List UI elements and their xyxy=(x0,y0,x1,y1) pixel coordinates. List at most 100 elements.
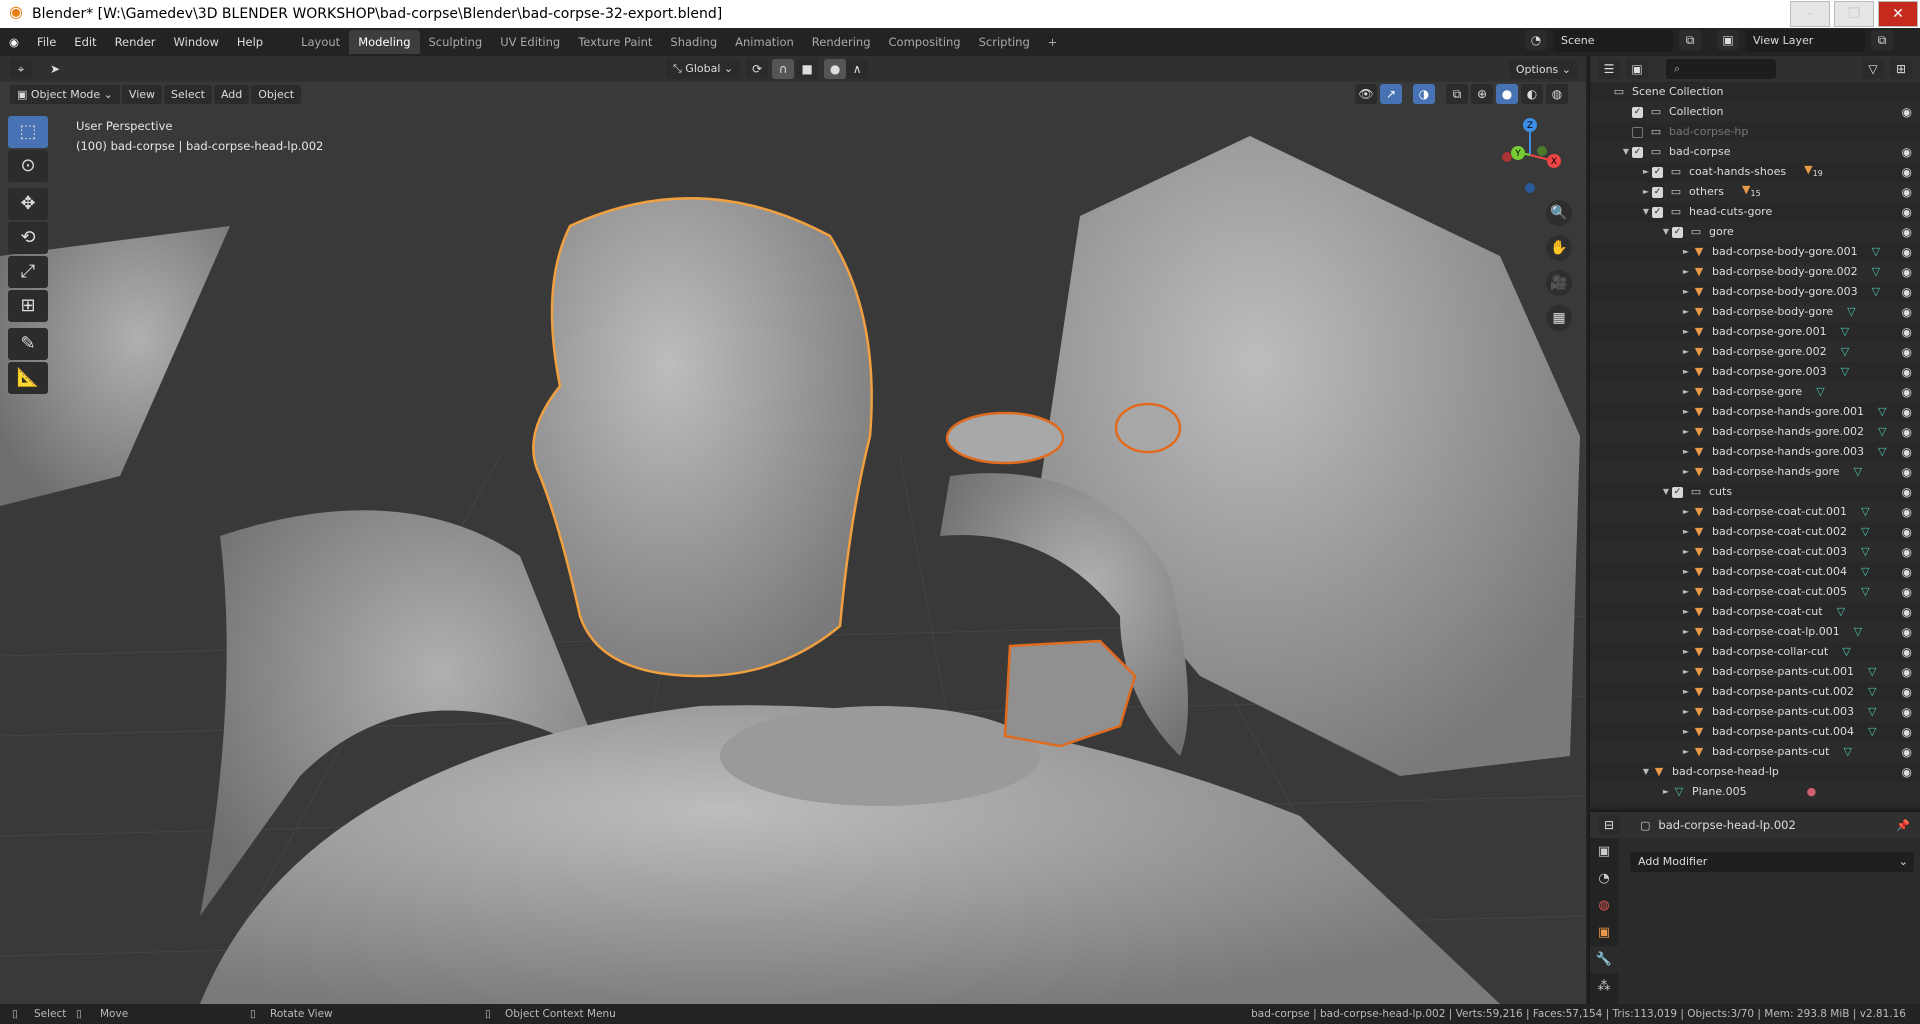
mesh-data-icon[interactable]: ▽ xyxy=(1868,662,1876,682)
visibility-eye-icon[interactable]: ◉ xyxy=(1902,482,1912,502)
outliner-row[interactable]: ► ▼ bad-corpse-body-gore.001 ▽ ◉ xyxy=(1590,242,1920,262)
blender-menu-icon[interactable]: ◉ xyxy=(0,35,28,49)
expand-right-icon[interactable]: ► xyxy=(1680,702,1692,722)
view-layer-icon[interactable]: ▣ xyxy=(1717,30,1739,50)
expand-right-icon[interactable]: ► xyxy=(1680,642,1692,662)
selected-head-mesh[interactable] xyxy=(532,197,873,678)
expand-down-icon[interactable]: ▼ xyxy=(1660,482,1672,502)
outliner-row[interactable]: ▼ ✓ ▭ gore ◉ xyxy=(1590,222,1920,242)
expand-right-icon[interactable]: ► xyxy=(1680,562,1692,582)
expand-right-icon[interactable]: ► xyxy=(1680,242,1692,262)
expand-right-icon[interactable]: ► xyxy=(1680,662,1692,682)
mesh-data-icon[interactable]: ▽ xyxy=(1878,422,1886,442)
visibility-eye-icon[interactable]: ◉ xyxy=(1902,302,1912,322)
outliner-row[interactable]: ► ▼ bad-corpse-coat-cut.005 ▽ ◉ xyxy=(1590,582,1920,602)
outliner-row[interactable]: ► ▼ bad-corpse-pants-cut.002 ▽ ◉ xyxy=(1590,682,1920,702)
visibility-eye-icon[interactable]: ◉ xyxy=(1902,602,1912,622)
visibility-icon[interactable]: 👁 xyxy=(1355,84,1377,104)
mesh-data-icon[interactable]: ▽ xyxy=(1861,542,1869,562)
expand-right-icon[interactable]: ► xyxy=(1680,282,1692,302)
expand-down-icon[interactable]: ▼ xyxy=(1660,222,1672,242)
new-collection-icon[interactable]: ⊞ xyxy=(1890,59,1912,79)
close-button[interactable]: ✕ xyxy=(1878,1,1918,27)
mesh-data-icon[interactable]: ▽ xyxy=(1847,302,1855,322)
exclude-checkbox[interactable]: ✓ xyxy=(1632,146,1643,158)
tab-animation[interactable]: Animation xyxy=(726,30,803,54)
solid-shading-icon[interactable]: ● xyxy=(1496,84,1518,104)
visibility-eye-icon[interactable]: ◉ xyxy=(1902,622,1912,642)
new-scene-button[interactable]: ⧉ xyxy=(1679,30,1701,50)
object-tab-icon[interactable]: ▣ xyxy=(1590,919,1618,946)
outliner-row[interactable]: ► ✓ ▭ others ▼15 ◉ xyxy=(1590,182,1920,202)
outliner-row[interactable]: ► ▼ bad-corpse-pants-cut.001 ▽ ◉ xyxy=(1590,662,1920,682)
visibility-eye-icon[interactable]: ◉ xyxy=(1902,382,1912,402)
expand-right-icon[interactable]: ► xyxy=(1680,362,1692,382)
measure-tool[interactable]: 📐 xyxy=(8,362,48,394)
visibility-eye-icon[interactable]: ◉ xyxy=(1902,242,1912,262)
mesh-data-icon[interactable]: ▽ xyxy=(1843,742,1851,762)
mesh-data-icon[interactable]: ▽ xyxy=(1861,562,1869,582)
visibility-eye-icon[interactable]: ◉ xyxy=(1902,402,1912,422)
ortho-grid-icon[interactable]: ▦ xyxy=(1546,305,1572,331)
object-menu[interactable]: Object xyxy=(251,84,302,104)
outliner-row[interactable]: ▭ Scene Collection xyxy=(1590,82,1920,102)
outliner-row[interactable]: ▼ ✓ ▭ cuts ◉ xyxy=(1590,482,1920,502)
expand-right-icon[interactable]: ► xyxy=(1680,722,1692,742)
gizmo-toggle-icon[interactable]: ↗ xyxy=(1380,84,1402,104)
outliner-row[interactable]: ► ▼ bad-corpse-body-gore.002 ▽ ◉ xyxy=(1590,262,1920,282)
outliner-row[interactable]: ► ▼ bad-corpse-coat-cut.001 ▽ ◉ xyxy=(1590,502,1920,522)
menu-help[interactable]: Help xyxy=(228,35,272,49)
move-tool[interactable]: ✥ xyxy=(8,188,48,220)
minimize-button[interactable]: – xyxy=(1790,1,1830,27)
3d-viewport[interactable] xyxy=(0,56,1586,1004)
visibility-eye-icon[interactable]: ◉ xyxy=(1902,762,1912,782)
expand-right-icon[interactable]: ► xyxy=(1680,422,1692,442)
expand-right-icon[interactable]: ► xyxy=(1680,462,1692,482)
outliner-row[interactable]: ► ▼ bad-corpse-collar-cut ▽ ◉ xyxy=(1590,642,1920,662)
zoom-icon[interactable]: 🔍 xyxy=(1546,200,1572,226)
expand-down-icon[interactable]: ▼ xyxy=(1640,762,1652,782)
wireframe-shading-icon[interactable]: ⊕ xyxy=(1471,84,1493,104)
expand-right-icon[interactable]: ► xyxy=(1680,522,1692,542)
outliner-row[interactable]: ▼ ✓ ▭ bad-corpse ◉ xyxy=(1590,142,1920,162)
outliner-row[interactable]: ► ▼ bad-corpse-pants-cut ▽ ◉ xyxy=(1590,742,1920,762)
particles-tab-icon[interactable]: ⁂ xyxy=(1590,973,1618,1000)
outliner-row[interactable]: ► ▼ bad-corpse-body-gore.003 ▽ ◉ xyxy=(1590,282,1920,302)
scene-icon[interactable]: ◔ xyxy=(1525,30,1547,50)
visibility-eye-icon[interactable]: ◉ xyxy=(1902,642,1912,662)
visibility-eye-icon[interactable]: ◉ xyxy=(1902,742,1912,762)
maximize-button[interactable]: ❐ xyxy=(1834,1,1874,27)
outliner-row[interactable]: ► ▼ bad-corpse-coat-cut.004 ▽ ◉ xyxy=(1590,562,1920,582)
expand-right-icon[interactable]: ► xyxy=(1640,162,1652,182)
visibility-eye-icon[interactable]: ◉ xyxy=(1902,162,1912,182)
transform-orientation-dropdown[interactable]: ⤡ Global ⌄ xyxy=(666,59,741,79)
outliner-editor-type-icon[interactable]: ☰ xyxy=(1598,59,1620,79)
add-menu[interactable]: Add xyxy=(213,84,250,104)
expand-right-icon[interactable]: ► xyxy=(1680,442,1692,462)
visibility-eye-icon[interactable]: ◉ xyxy=(1902,562,1912,582)
rotate-tool[interactable]: ⟲ xyxy=(8,222,48,254)
expand-right-icon[interactable]: ► xyxy=(1680,402,1692,422)
expand-right-icon[interactable]: ► xyxy=(1680,342,1692,362)
tab-shading[interactable]: Shading xyxy=(661,30,726,54)
pan-hand-icon[interactable]: ✋ xyxy=(1546,235,1572,261)
falloff-icon[interactable]: ∧ xyxy=(846,59,869,79)
outliner-row[interactable]: ► ▼ bad-corpse-hands-gore.002 ▽ ◉ xyxy=(1590,422,1920,442)
visibility-eye-icon[interactable]: ◉ xyxy=(1902,422,1912,442)
overlay-toggle-icon[interactable]: ◑ xyxy=(1413,84,1435,104)
visibility-eye-icon[interactable]: ◉ xyxy=(1902,222,1912,242)
navigation-gizmo[interactable]: Z X Y xyxy=(1490,115,1570,195)
mesh-data-icon[interactable]: ▽ xyxy=(1854,622,1862,642)
visibility-eye-icon[interactable]: ◉ xyxy=(1902,502,1912,522)
mesh-data-icon[interactable]: ▽ xyxy=(1842,642,1850,662)
tab-compositing[interactable]: Compositing xyxy=(880,30,970,54)
tab-modeling[interactable]: Modeling xyxy=(349,30,420,54)
visibility-eye-icon[interactable]: ◉ xyxy=(1902,442,1912,462)
world-tab-icon[interactable]: ◍ xyxy=(1590,892,1618,919)
expand-right-icon[interactable]: ► xyxy=(1680,302,1692,322)
menu-window[interactable]: Window xyxy=(165,35,228,49)
expand-right-icon[interactable]: ► xyxy=(1680,602,1692,622)
visibility-eye-icon[interactable]: ◉ xyxy=(1902,722,1912,742)
expand-right-icon[interactable]: ► xyxy=(1680,262,1692,282)
cursor-tool[interactable]: ⊙ xyxy=(8,150,48,182)
